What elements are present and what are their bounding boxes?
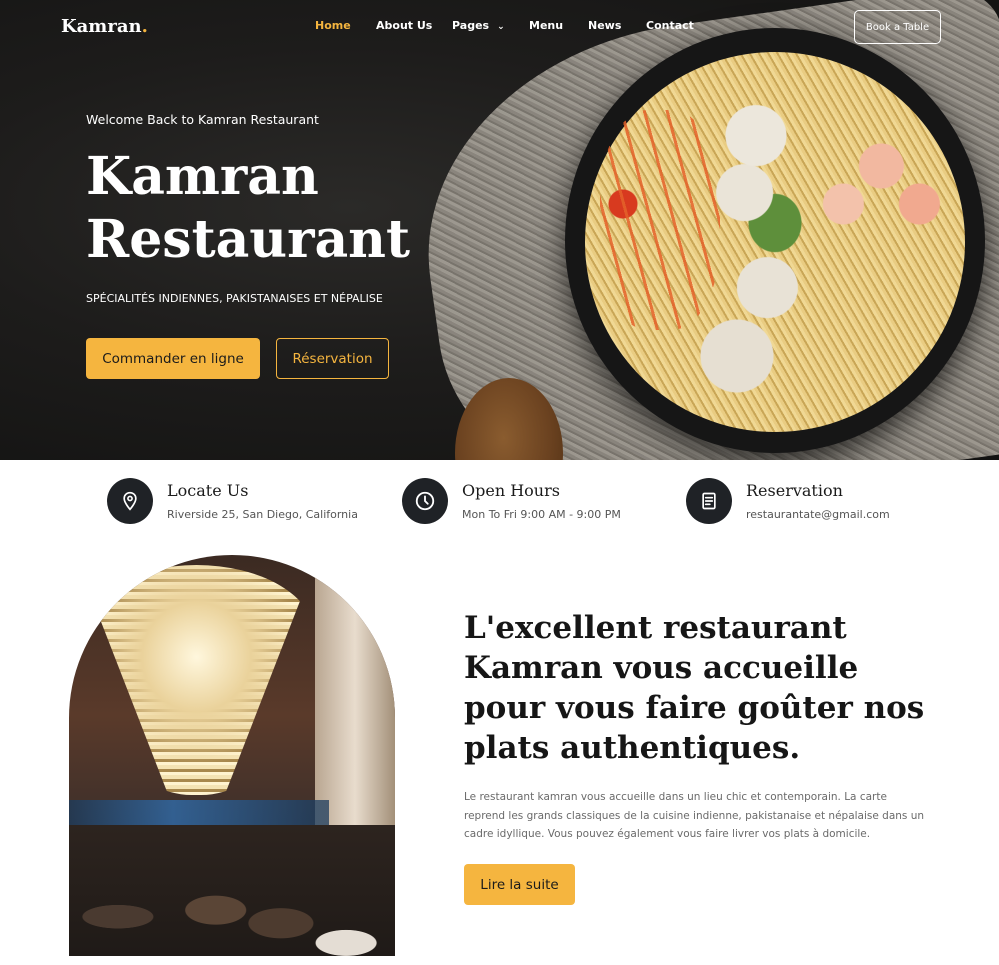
about-body: Le restaurant kamran vous accueille dans… xyxy=(464,791,925,840)
book-table-button[interactable]: Book a Table xyxy=(854,10,941,44)
reservation-receipt-icon xyxy=(686,478,732,524)
read-more-button[interactable]: Lire la suite xyxy=(464,864,575,905)
dining-tables-image xyxy=(69,825,395,956)
info-title: Reservation xyxy=(746,481,843,500)
restaurant-interior-image xyxy=(69,555,395,956)
hero-welcome: Welcome Back to Kamran Restaurant xyxy=(86,112,319,127)
carrot-garnish-image xyxy=(600,110,720,330)
clock-icon xyxy=(402,478,448,524)
info-title: Locate Us xyxy=(167,481,249,500)
nav-item-menu[interactable]: Menu xyxy=(529,19,563,32)
hero-subtitle: SPÉCIALITÉS INDIENNES, PAKISTANAISES ET … xyxy=(86,292,383,305)
nav-item-pages-label: Pages xyxy=(452,19,490,32)
info-email[interactable]: restaurantate@gmail.com xyxy=(746,508,890,521)
hero-title: Kamran Restaurant xyxy=(86,145,486,271)
info-text: Mon To Fri 9:00 AM - 9:00 PM xyxy=(462,508,621,521)
nav-item-contact[interactable]: Contact xyxy=(646,19,694,32)
main-nav: Kamran. Home About Us Pages ⌄ Menu News C… xyxy=(0,0,999,56)
info-text: Riverside 25, San Diego, California xyxy=(167,508,358,521)
hero-title-line1: Kamran xyxy=(86,146,319,207)
hero-title-line2: Restaurant xyxy=(86,209,411,270)
nav-item-pages[interactable]: Pages ⌄ xyxy=(452,19,505,32)
hero-section: Kamran. Home About Us Pages ⌄ Menu News C… xyxy=(0,0,999,460)
reservation-button[interactable]: Réservation xyxy=(276,338,389,379)
about-heading: L'excellent restaurant Kamran vous accue… xyxy=(464,610,925,766)
order-online-button[interactable]: Commander en ligne xyxy=(86,338,260,379)
nav-item-news[interactable]: News xyxy=(588,19,621,32)
chandelier-image xyxy=(79,565,314,795)
site-logo[interactable]: Kamran. xyxy=(61,16,148,37)
info-title: Open Hours xyxy=(462,481,560,500)
nav-item-about-us[interactable]: About Us xyxy=(376,19,432,32)
nav-item-home[interactable]: Home xyxy=(315,19,351,32)
location-pin-icon xyxy=(107,478,153,524)
logo-dot: . xyxy=(141,16,148,37)
chevron-down-icon: ⌄ xyxy=(497,22,505,32)
logo-text: Kamran xyxy=(61,16,142,37)
